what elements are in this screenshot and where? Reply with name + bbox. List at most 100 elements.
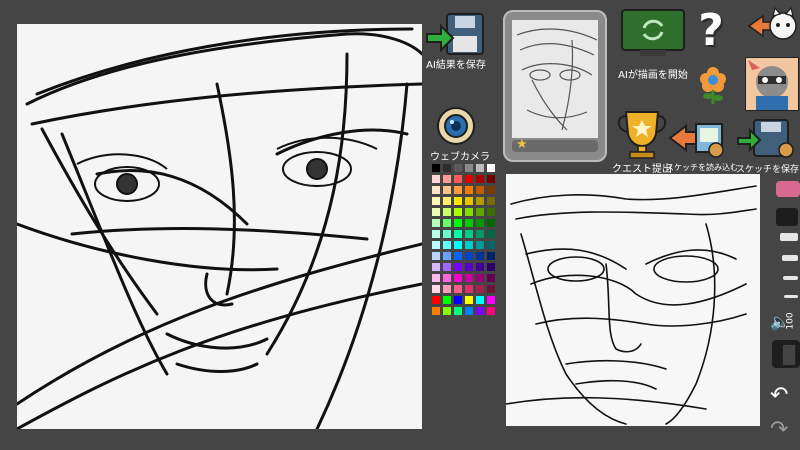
color-swatch[interactable] <box>475 207 485 217</box>
color-swatch[interactable] <box>464 262 474 272</box>
color-swatch[interactable] <box>442 284 452 294</box>
color-swatch[interactable] <box>464 295 474 305</box>
color-swatch[interactable] <box>475 229 485 239</box>
color-swatch[interactable] <box>453 218 463 228</box>
eraser-button[interactable] <box>772 340 800 368</box>
color-swatch[interactable] <box>464 229 474 239</box>
color-swatch[interactable] <box>442 185 452 195</box>
color-swatch[interactable] <box>475 273 485 283</box>
color-swatch[interactable] <box>442 251 452 261</box>
color-swatch[interactable] <box>475 306 485 316</box>
color-swatch[interactable] <box>486 218 496 228</box>
redo-button[interactable]: ↷ <box>770 418 798 442</box>
sketch-canvas[interactable] <box>505 174 760 426</box>
color-swatch[interactable] <box>453 306 463 316</box>
color-swatch[interactable] <box>453 284 463 294</box>
color-swatch[interactable] <box>442 273 452 283</box>
color-swatch[interactable] <box>486 185 496 195</box>
color-swatch[interactable] <box>453 196 463 206</box>
color-swatch[interactable] <box>431 306 441 316</box>
color-swatch[interactable] <box>431 240 441 250</box>
color-swatch[interactable] <box>431 251 441 261</box>
brush-color-button[interactable] <box>776 181 800 197</box>
color-swatch[interactable] <box>475 174 485 184</box>
color-swatch[interactable] <box>442 207 452 217</box>
color-swatch[interactable] <box>464 207 474 217</box>
color-swatch[interactable] <box>453 273 463 283</box>
color-swatch[interactable] <box>453 163 463 173</box>
webcam-button[interactable]: ウェブカメラ <box>430 106 490 163</box>
color-swatch[interactable] <box>464 174 474 184</box>
cat-back-button[interactable] <box>747 4 797 48</box>
brush-size-m-button[interactable] <box>782 255 798 261</box>
color-swatch[interactable] <box>453 240 463 250</box>
color-swatch[interactable] <box>431 229 441 239</box>
color-swatch[interactable] <box>442 262 452 272</box>
color-swatch[interactable] <box>475 295 485 305</box>
brush-size-xl-button[interactable] <box>776 208 798 226</box>
color-swatch[interactable] <box>475 240 485 250</box>
ai-draw-start-button[interactable]: AIが描画を開始 <box>618 8 688 81</box>
brush-size-s-button[interactable] <box>783 276 798 280</box>
color-swatch[interactable] <box>464 218 474 228</box>
color-swatch[interactable] <box>486 207 496 217</box>
color-swatch[interactable] <box>453 207 463 217</box>
brush-size-xs-button[interactable] <box>784 295 798 298</box>
color-swatch[interactable] <box>486 174 496 184</box>
color-swatch[interactable] <box>464 306 474 316</box>
save-sketch-button[interactable]: スケッチを保存 <box>736 118 799 175</box>
sketch-thumbnail-card[interactable]: ★ <box>503 10 607 162</box>
save-ai-result-button[interactable]: AI結果を保存 <box>425 12 487 71</box>
color-swatch[interactable] <box>442 229 452 239</box>
color-swatch[interactable] <box>442 306 452 316</box>
color-swatch[interactable] <box>464 273 474 283</box>
color-swatch[interactable] <box>431 207 441 217</box>
help-button[interactable]: ? <box>690 6 732 56</box>
color-swatch[interactable] <box>464 163 474 173</box>
color-swatch[interactable] <box>453 295 463 305</box>
color-swatch[interactable] <box>475 163 485 173</box>
color-swatch[interactable] <box>464 284 474 294</box>
color-swatch[interactable] <box>464 185 474 195</box>
color-swatch[interactable] <box>464 240 474 250</box>
color-swatch[interactable] <box>453 262 463 272</box>
color-swatch[interactable] <box>475 284 485 294</box>
color-swatch[interactable] <box>431 273 441 283</box>
flower-button[interactable] <box>696 66 730 106</box>
undo-button[interactable]: ↶ <box>770 384 798 408</box>
color-swatch[interactable] <box>431 218 441 228</box>
color-swatch[interactable] <box>486 295 496 305</box>
color-swatch[interactable] <box>431 262 441 272</box>
color-swatch[interactable] <box>475 185 485 195</box>
color-swatch[interactable] <box>486 240 496 250</box>
volume-control[interactable]: 🔈 100 <box>768 310 800 334</box>
load-sketch-button[interactable]: スケッチを読み込む <box>666 118 738 174</box>
color-swatch[interactable] <box>453 174 463 184</box>
color-swatch[interactable] <box>431 174 441 184</box>
color-swatch[interactable] <box>431 185 441 195</box>
color-swatch[interactable] <box>431 295 441 305</box>
color-swatch[interactable] <box>442 218 452 228</box>
color-swatch[interactable] <box>464 196 474 206</box>
color-swatch[interactable] <box>486 163 496 173</box>
color-swatch[interactable] <box>431 163 441 173</box>
color-swatch[interactable] <box>442 240 452 250</box>
color-swatch[interactable] <box>486 273 496 283</box>
color-swatch[interactable] <box>442 163 452 173</box>
color-swatch[interactable] <box>431 196 441 206</box>
color-swatch[interactable] <box>453 229 463 239</box>
brush-size-l-button[interactable] <box>780 233 798 241</box>
color-palette[interactable] <box>431 163 499 429</box>
color-swatch[interactable] <box>464 251 474 261</box>
color-swatch[interactable] <box>475 262 485 272</box>
color-swatch[interactable] <box>442 174 452 184</box>
color-swatch[interactable] <box>486 306 496 316</box>
color-swatch[interactable] <box>486 262 496 272</box>
color-swatch[interactable] <box>486 229 496 239</box>
color-swatch[interactable] <box>486 251 496 261</box>
color-swatch[interactable] <box>475 196 485 206</box>
quest-submit-button[interactable]: クエスト提出 <box>612 108 672 175</box>
color-swatch[interactable] <box>442 295 452 305</box>
color-swatch[interactable] <box>486 284 496 294</box>
color-swatch[interactable] <box>453 185 463 195</box>
